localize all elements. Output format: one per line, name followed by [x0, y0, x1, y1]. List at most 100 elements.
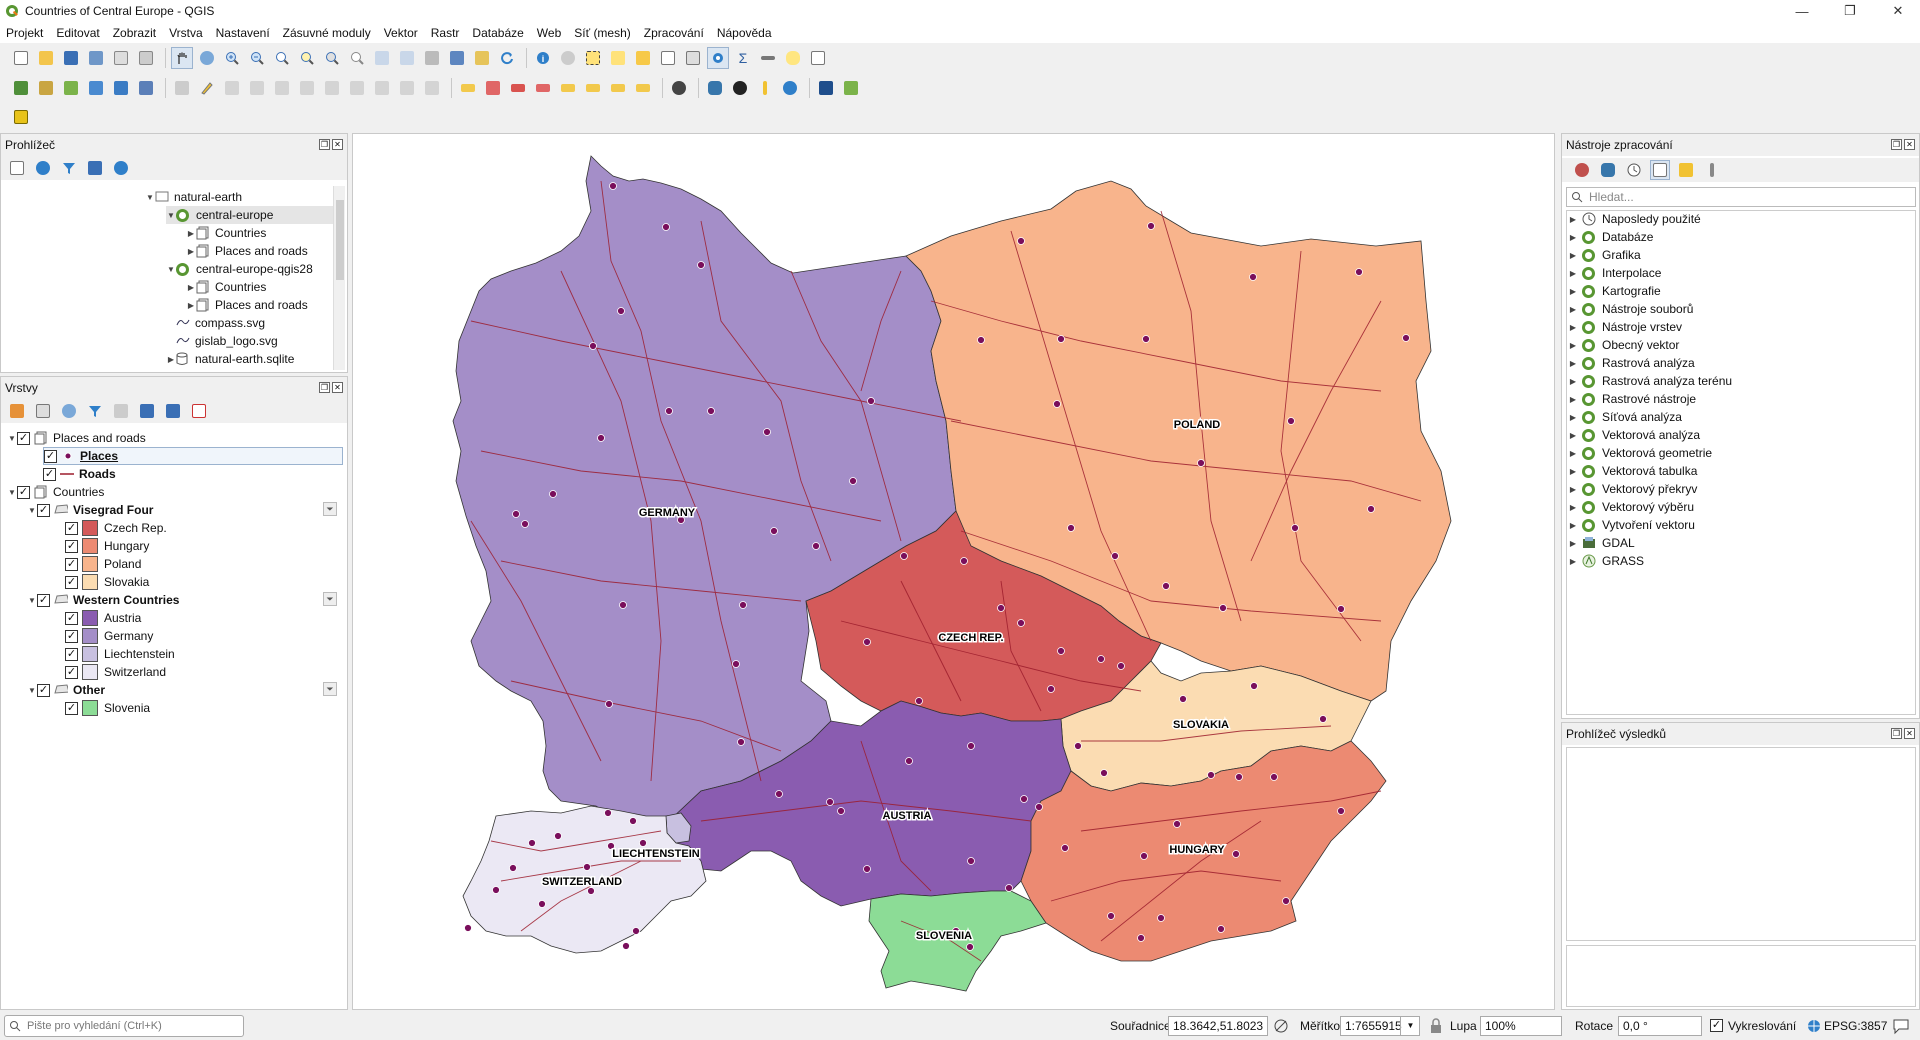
- lock-scale-icon[interactable]: [1428, 1018, 1444, 1034]
- map-svg[interactable]: GERMANY POLAND CZECH REP. SLOVAKIA AUSTR…: [353, 134, 1554, 1009]
- checkbox[interactable]: ✓: [65, 701, 78, 715]
- close-window-button[interactable]: ✕: [1876, 0, 1920, 22]
- actions-icon[interactable]: [557, 47, 579, 69]
- layer-group-places-and-roads[interactable]: ▼ ✓ Places and roads: [7, 429, 146, 447]
- filter-legend-icon[interactable]: [85, 401, 105, 421]
- new-project-icon[interactable]: [10, 47, 32, 69]
- checkbox[interactable]: ✓: [65, 557, 78, 571]
- identify-icon[interactable]: i: [532, 47, 554, 69]
- checkbox[interactable]: ✓: [43, 467, 56, 481]
- legend-poland[interactable]: ✓ Poland: [65, 555, 141, 573]
- cut-features-icon[interactable]: [321, 77, 343, 99]
- toggle-editing-icon[interactable]: [196, 77, 218, 99]
- undo-icon[interactable]: [396, 77, 418, 99]
- legend-slovakia[interactable]: ✓ Slovakia: [65, 573, 149, 591]
- map-tips-icon[interactable]: [782, 47, 804, 69]
- label-properties-icon[interactable]: [632, 77, 654, 99]
- proc-item-rastrova-analyza-terenu[interactable]: ▶ Rastrová analýza terénu: [1568, 372, 1732, 390]
- plugin-manager-icon[interactable]: [840, 77, 862, 99]
- rotate-label-icon[interactable]: [582, 77, 604, 99]
- float-icon[interactable]: ❐: [1891, 728, 1902, 739]
- browser-item-central-europe-qgis28[interactable]: ▼ central-europe-qgis28: [166, 260, 313, 278]
- print-layout-icon[interactable]: [110, 47, 132, 69]
- menu-sit-mesh[interactable]: Síť (mesh): [574, 26, 631, 40]
- checkbox[interactable]: ✓: [37, 503, 50, 517]
- proc-item-vektorova-analyza[interactable]: ▶ Vektorová analýza: [1568, 426, 1700, 444]
- options-wrench-icon[interactable]: [1702, 160, 1722, 180]
- toggle-extents-icon[interactable]: [1272, 1017, 1290, 1035]
- checkbox[interactable]: ✓: [37, 683, 50, 697]
- text-annotation-icon[interactable]: [807, 47, 829, 69]
- diagram-tool-icon[interactable]: [482, 77, 504, 99]
- new-map-view-icon[interactable]: [421, 47, 443, 69]
- vertex-tool-icon[interactable]: [271, 77, 293, 99]
- legend-germany[interactable]: ✓ Germany: [65, 627, 153, 645]
- field-calculator-icon[interactable]: [682, 47, 704, 69]
- save-project-icon[interactable]: [60, 47, 82, 69]
- checkbox[interactable]: ✓: [37, 593, 50, 607]
- browser-item-natural-earth[interactable]: ▼ natural-earth: [145, 188, 242, 206]
- proc-item-grafika[interactable]: ▶ Grafika: [1568, 246, 1641, 264]
- gps-icon[interactable]: [668, 77, 690, 99]
- menu-vektor[interactable]: Vektor: [384, 26, 418, 40]
- attribute-table-icon[interactable]: [657, 47, 679, 69]
- plugin-wand-icon[interactable]: [754, 77, 776, 99]
- zoom-out-icon[interactable]: [246, 47, 268, 69]
- layer-roads[interactable]: ✓ Roads: [43, 465, 116, 483]
- show-bookmarks-icon[interactable]: [471, 47, 493, 69]
- add-raster-layer-icon[interactable]: [85, 77, 107, 99]
- filter-icon[interactable]: ⏷: [323, 682, 337, 696]
- zoom-in-icon[interactable]: [221, 47, 243, 69]
- float-icon[interactable]: ❐: [1891, 139, 1902, 150]
- delete-selected-icon[interactable]: [296, 77, 318, 99]
- menu-projekt[interactable]: Projekt: [6, 26, 43, 40]
- menu-nastaveni[interactable]: Nastavení: [216, 26, 270, 40]
- collapse-all-icon[interactable]: [85, 158, 105, 178]
- results-list[interactable]: [1566, 747, 1916, 941]
- rotation-field[interactable]: 0,0 °: [1618, 1016, 1702, 1036]
- pan-hand-icon[interactable]: [171, 47, 193, 69]
- browser-item-central-europe[interactable]: ▼ central-europe: [166, 206, 335, 224]
- proc-item-grass[interactable]: ▶ GRASS: [1568, 552, 1644, 570]
- properties-info-icon[interactable]: [111, 158, 131, 178]
- minimize-button[interactable]: —: [1780, 0, 1824, 22]
- collapse-all-layers-icon[interactable]: [163, 401, 183, 421]
- metasearch-icon[interactable]: [729, 77, 751, 99]
- menu-zobrazit[interactable]: Zobrazit: [113, 26, 156, 40]
- models-icon[interactable]: [1572, 160, 1592, 180]
- rotate-arrow-icon[interactable]: [779, 77, 801, 99]
- proc-item-gdal[interactable]: ▶ GDAL: [1568, 534, 1635, 552]
- menu-vrstva[interactable]: Vrstva: [169, 26, 203, 40]
- float-icon[interactable]: ❐: [319, 382, 330, 393]
- close-panel-icon[interactable]: ✕: [332, 139, 343, 150]
- processing-search-input[interactable]: Hledat...: [1566, 187, 1916, 207]
- checkbox[interactable]: ✓: [17, 485, 30, 499]
- zoom-to-selection-icon[interactable]: [296, 47, 318, 69]
- bookmark-icon[interactable]: [446, 47, 468, 69]
- render-checkbox[interactable]: ✓: [1710, 1019, 1723, 1032]
- checkbox[interactable]: ✓: [17, 431, 30, 445]
- proc-item-vektorova-geometrie[interactable]: ▶ Vektorová geometrie: [1568, 444, 1712, 462]
- proc-item-kartografie[interactable]: ▶ Kartografie: [1568, 282, 1661, 300]
- browser-item-gislab-logo-svg[interactable]: gislab_logo.svg: [176, 332, 278, 350]
- magnifier-field[interactable]: 100%: [1480, 1016, 1562, 1036]
- browser-scrollbar[interactable]: [333, 186, 345, 370]
- manage-themes-icon[interactable]: [59, 401, 79, 421]
- layer-other[interactable]: ▼ ✓ Other: [27, 681, 105, 699]
- pan-to-selection-icon[interactable]: [196, 47, 218, 69]
- coordinate-field[interactable]: 18.3642,51.8023: [1168, 1016, 1268, 1036]
- proc-item-vektorovy-vyberu[interactable]: ▶ Vektorový výběru: [1568, 498, 1694, 516]
- checkbox[interactable]: ✓: [65, 629, 78, 643]
- processing-toolbox-icon[interactable]: [707, 47, 729, 69]
- save-edits-icon[interactable]: [221, 77, 243, 99]
- browser-item-compass-svg[interactable]: compass.svg: [176, 314, 265, 332]
- scripts-python-icon[interactable]: [1598, 160, 1618, 180]
- menu-web[interactable]: Web: [537, 26, 561, 40]
- layer-western-countries[interactable]: ▼ ✓ Western Countries: [27, 591, 179, 609]
- proc-item-recently-used[interactable]: ▶ Naposledy použité: [1568, 210, 1701, 228]
- add-spatialite-icon[interactable]: [110, 77, 132, 99]
- refresh-browser-icon[interactable]: [33, 158, 53, 178]
- plugin-launch-icon[interactable]: [10, 106, 32, 128]
- zoom-to-layer-icon[interactable]: [321, 47, 343, 69]
- filter-icon[interactable]: ⏷: [323, 502, 337, 516]
